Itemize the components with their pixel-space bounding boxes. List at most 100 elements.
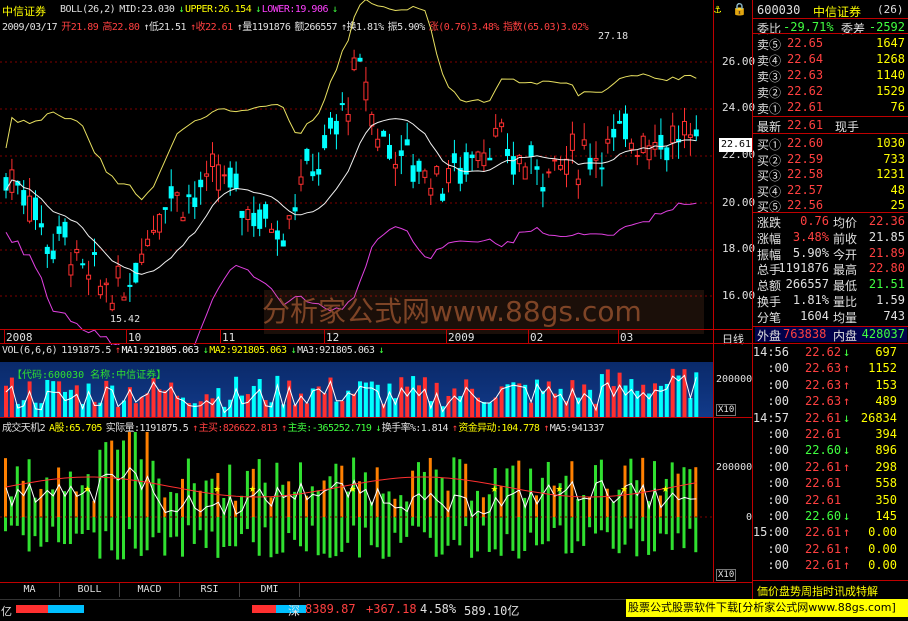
- sell-bar: [434, 517, 438, 557]
- sell-bar: [570, 517, 574, 554]
- candle-down: [50, 250, 56, 260]
- candle-down: [310, 171, 316, 177]
- divider: [753, 18, 908, 19]
- sell-bar: [216, 517, 220, 558]
- candle-up: [97, 285, 103, 296]
- volume-bar: [605, 369, 610, 417]
- tick-time: 15:00: [752, 525, 789, 540]
- line-segment: ↓: [202, 345, 209, 356]
- candle-up: [298, 176, 304, 185]
- tick-dir: ↑: [843, 394, 851, 409]
- candle-up: [145, 238, 151, 247]
- buy-bar: [92, 500, 96, 517]
- sell-bar: [582, 517, 586, 546]
- buy-bar: [110, 440, 114, 517]
- candle-up: [422, 170, 428, 178]
- bid-label: 买①: [757, 138, 782, 152]
- tab-dmi[interactable]: DMI: [240, 583, 300, 597]
- tick-price: 22.61: [805, 410, 842, 425]
- buy-bar: [670, 462, 674, 517]
- buy-bar: [104, 442, 108, 517]
- sell-bar: [251, 517, 255, 543]
- bid-price: 22.59: [787, 151, 824, 166]
- candle-down: [92, 252, 97, 255]
- line-segment: ↓: [378, 345, 384, 356]
- sell-bar: [529, 517, 533, 533]
- ask-price: 22.61: [787, 100, 824, 114]
- ask-volume: 76: [890, 100, 905, 114]
- sell-bar: [175, 517, 179, 537]
- candle-down: [80, 263, 86, 266]
- stat-label: 分笔: [757, 310, 782, 325]
- candle-up: [103, 282, 109, 286]
- indicator2-chart[interactable]: ★ ★ ★ ★ ★ ★ ★ ★: [0, 432, 752, 582]
- ad-link[interactable]: 股票公式股票软件下载[分析家公式网www.88gs.com]: [626, 599, 908, 617]
- volume-bar: [641, 384, 646, 417]
- volume-bar: [116, 406, 121, 417]
- buy-bar: [39, 488, 43, 517]
- sell-bar: [599, 517, 603, 531]
- sell-bar: [588, 517, 592, 528]
- lock-icon[interactable]: 🔒: [732, 2, 747, 16]
- volume-bar: [92, 401, 97, 417]
- volume-bar: [257, 379, 262, 417]
- volume-bar: [334, 401, 339, 417]
- sell-bar: [310, 517, 314, 526]
- price-axis-label: 26.00: [722, 55, 756, 68]
- candle-down: [469, 154, 475, 159]
- stat-value: 21.85: [868, 229, 905, 244]
- candle-up: [221, 174, 227, 177]
- buy-bar: [446, 490, 450, 517]
- candle-up: [522, 166, 528, 180]
- sell-bar: [287, 517, 291, 534]
- candle-up: [121, 296, 127, 301]
- tick-volume: 153: [875, 377, 897, 392]
- buy-bar: [21, 480, 25, 517]
- anchor-icon[interactable]: ⚓: [714, 2, 721, 16]
- sell-bar: [440, 517, 444, 555]
- sell-bar: [204, 517, 208, 548]
- stat-value: 743: [883, 308, 905, 323]
- candle-down: [664, 147, 670, 161]
- volume-bar: [275, 375, 280, 417]
- stat-label: 量比: [833, 295, 858, 309]
- tick-volume: 1152: [868, 361, 897, 376]
- date-tick: [324, 330, 325, 344]
- sell-bar: [39, 517, 43, 547]
- tick-volume: 26834: [860, 410, 897, 425]
- tick-time: :00: [767, 509, 789, 523]
- sell-bar: [192, 517, 196, 544]
- volume-bar: [676, 375, 681, 417]
- star-icon: ★: [662, 481, 669, 495]
- volume-bar: [375, 384, 380, 417]
- sell-bar: [15, 517, 19, 526]
- buy-bar: [381, 493, 385, 517]
- buy-bar: [316, 490, 320, 517]
- sell-bar: [352, 517, 356, 526]
- tick-price: 22.61: [805, 427, 842, 441]
- sell-bar: [605, 517, 609, 533]
- sell-bar: [505, 517, 509, 535]
- divider: [752, 0, 753, 600]
- volume-bar: [399, 377, 404, 417]
- sell-bar: [222, 517, 226, 547]
- tab-boll[interactable]: BOLL: [60, 583, 120, 597]
- index-change: +367.18: [366, 602, 417, 616]
- candle-up: [569, 133, 575, 151]
- sell-bar: [535, 517, 538, 546]
- tick-price: 22.62: [805, 345, 842, 359]
- tab-macd[interactable]: MACD: [120, 583, 180, 597]
- tab-ma[interactable]: MA: [0, 583, 60, 597]
- bottom-text[interactable]: 価价盘势周指时讯成特解: [757, 583, 878, 599]
- buy-bar: [145, 432, 149, 517]
- candle-down: [357, 57, 363, 62]
- candle-down: [328, 117, 333, 129]
- tab-rsi[interactable]: RSI: [180, 583, 240, 597]
- daily-period-button[interactable]: 日线: [722, 331, 744, 347]
- status-left-unit: 亿: [1, 605, 12, 618]
- sell-bar: [452, 517, 456, 540]
- sell-bar: [464, 517, 468, 527]
- buy-bar: [257, 459, 261, 517]
- volume-axis-label: 200000: [716, 374, 753, 385]
- candle-up: [446, 168, 451, 184]
